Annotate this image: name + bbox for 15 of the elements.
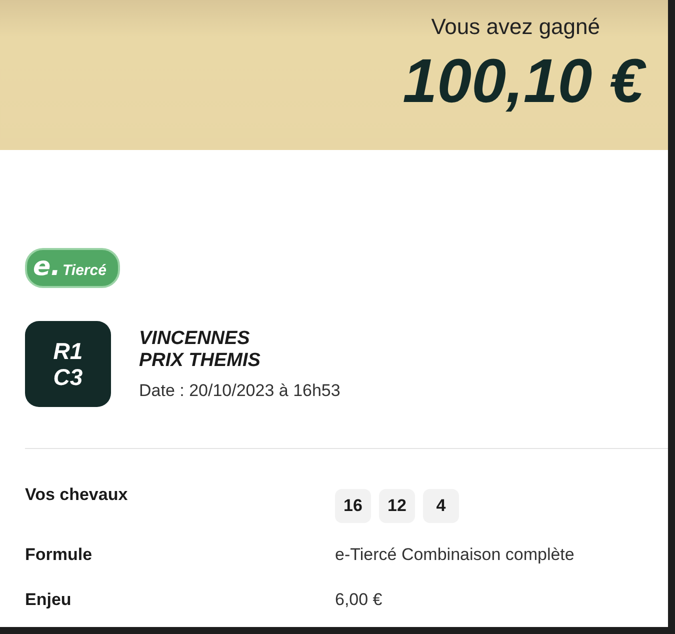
horse-number: 4 — [423, 489, 459, 523]
win-label: Vous avez gagné — [431, 14, 600, 40]
detail-label: Formule — [25, 545, 94, 565]
horse-number: 12 — [379, 489, 415, 523]
race-name: PRIX THEMIS — [139, 350, 262, 372]
horse-number: 16 — [335, 489, 371, 523]
win-amount: 100,10 € — [402, 46, 644, 117]
detail-label: Vos chevaux — [25, 485, 129, 505]
detail-label: Enjeu — [25, 590, 72, 610]
race-date: Date : 20/10/2023 à 16h53 — [139, 380, 340, 400]
race-venue: VINCENNES — [139, 328, 251, 350]
detail-value: e-Tiercé Combinaison complète — [335, 545, 574, 565]
race-code-badge: R1 C3 — [25, 321, 111, 407]
bet-type-badge: e.Tiercé — [25, 248, 120, 288]
detail-value: 6,00 € — [335, 590, 382, 610]
